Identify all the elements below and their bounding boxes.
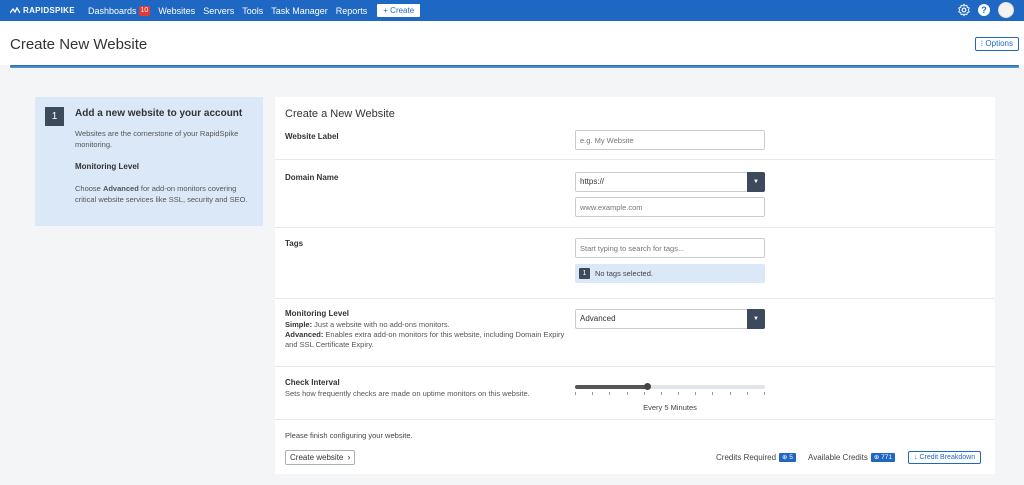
slider-tick (660, 392, 662, 395)
slider-fill (575, 385, 648, 389)
form-title: Create a New Website (285, 108, 395, 120)
monitoring-level-select[interactable]: Advanced ▼ (575, 309, 765, 329)
help-icon[interactable]: ? (978, 4, 990, 16)
info-panel: 1 Add a new website to your account Webs… (35, 97, 263, 226)
credits-required-label: Credits Required (716, 453, 777, 462)
rapidspike-logo[interactable]: RAPIDSPIKE (10, 6, 88, 15)
info-monitoring-text: Choose Advanced for add-on monitors cove… (75, 183, 255, 205)
monitoring-level-label: Monitoring Level (285, 309, 349, 318)
nav-dashboards-label: Dashboards (88, 5, 137, 16)
available-credits-badge: ⊕ 771 (870, 453, 895, 462)
brand-name: RAPIDSPIKE (23, 6, 75, 15)
settings-gear-icon[interactable] (957, 3, 971, 17)
divider (275, 227, 995, 228)
create-website-label: Create website (290, 453, 344, 462)
nav-reports[interactable]: Reports (336, 6, 368, 16)
info-text-part: Choose (75, 184, 103, 193)
slider-tick (729, 392, 731, 395)
nav-websites[interactable]: Websites (158, 6, 195, 16)
protocol-select[interactable]: https:// ▼ (575, 172, 765, 192)
simple-title: Simple: (285, 320, 313, 329)
create-menu-button[interactable]: + Create (377, 4, 421, 17)
tags-search-input[interactable] (575, 238, 765, 258)
slider-tick (746, 392, 748, 395)
advanced-description: Enables extra add-on monitors for this w… (285, 330, 565, 349)
options-button[interactable]: ⁝ Options (974, 37, 1019, 51)
check-interval-slider[interactable] (575, 382, 765, 396)
monitoring-level-description: Simple: Just a website with no add-ons m… (285, 320, 570, 350)
page-header: Create New Website ⁝ Options (0, 21, 1024, 65)
chevron-down-icon[interactable]: ▼ (747, 309, 765, 329)
finish-message: Please finish configuring your website. (285, 431, 413, 440)
slider-tick (695, 392, 697, 395)
tags-label: Tags (285, 239, 304, 248)
slider-tick (712, 392, 714, 395)
slider-tick (592, 392, 594, 395)
tags-notice-text: No tags selected. (595, 269, 653, 278)
credits-required: Credits Required ⊕ 5 (716, 453, 796, 462)
create-website-button[interactable]: Create website › (285, 450, 356, 465)
divider (275, 159, 995, 160)
nav-dashboards[interactable]: Dashboards 10 (88, 5, 151, 16)
info-subtitle: Monitoring Level (75, 162, 139, 171)
advanced-title: Advanced: (285, 330, 324, 339)
credits-required-badge: ⊕ 5 (779, 453, 796, 462)
monitoring-level-value: Advanced (580, 314, 616, 323)
step-number: 1 (45, 107, 64, 126)
available-credits: Available Credits ⊕ 771 (808, 453, 895, 462)
domain-name-label: Domain Name (285, 173, 339, 182)
header-divider (10, 65, 1019, 68)
tags-notice: 1 No tags selected. (575, 264, 765, 283)
simple-description: Just a website with no add-ons monitors. (312, 320, 450, 329)
check-interval-value: Every 5 Minutes (643, 403, 697, 412)
slider-track[interactable] (575, 385, 765, 389)
website-label-label: Website Label (285, 132, 339, 141)
divider (275, 298, 995, 299)
nav-servers[interactable]: Servers (203, 6, 234, 16)
rapidspike-logo-icon (10, 6, 20, 13)
domain-input[interactable] (575, 197, 765, 217)
info-text-bold: Advanced (102, 184, 139, 193)
slider-tick (764, 392, 765, 395)
divider (275, 366, 995, 367)
top-navigation-bar: RAPIDSPIKE Dashboards 10 Websites Server… (0, 0, 1024, 21)
slider-tick (678, 392, 680, 395)
tags-count-badge: 1 (579, 268, 590, 279)
slider-tick (626, 392, 628, 395)
slider-tick (609, 392, 611, 395)
check-interval-label: Check Interval (285, 378, 340, 387)
divider (275, 419, 995, 420)
nav-task-manager[interactable]: Task Manager (271, 6, 328, 16)
website-label-input[interactable] (575, 130, 765, 150)
slider-tick (575, 392, 576, 395)
check-interval-description: Sets how frequently checks are made on u… (285, 389, 530, 398)
credit-breakdown-button[interactable]: ↓ Credit Breakdown (908, 451, 982, 464)
create-website-form: Create a New Website Website Label Domai… (275, 97, 995, 474)
nav-tools[interactable]: Tools (242, 6, 263, 16)
available-credits-label: Available Credits (808, 453, 868, 462)
info-title: Add a new website to your account (75, 108, 243, 119)
slider-tick (643, 392, 645, 395)
dashboards-count-badge: 10 (138, 5, 151, 16)
chevron-right-icon: › (347, 452, 351, 462)
chevron-down-icon[interactable]: ▼ (747, 172, 765, 192)
protocol-value: https:// (580, 177, 605, 186)
user-avatar[interactable] (998, 2, 1014, 18)
page-title: Create New Website (10, 36, 148, 53)
info-description: Websites are the cornerstone of your Rap… (75, 129, 239, 149)
